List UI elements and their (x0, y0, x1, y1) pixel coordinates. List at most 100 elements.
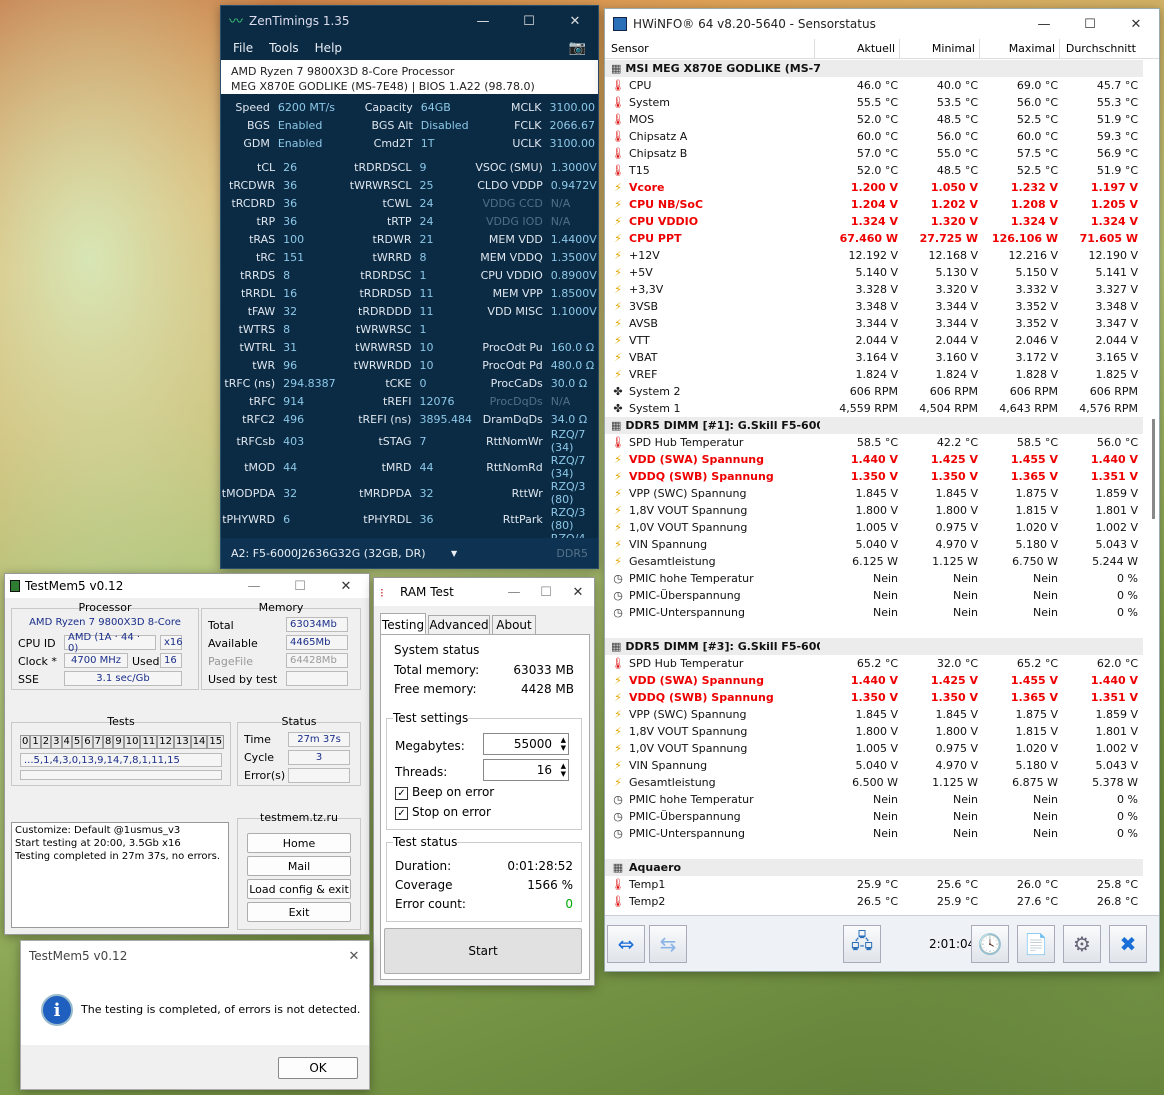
sensor-group-header[interactable]: ▦DDR5 DIMM [#3]: G.Skill F5-6000J2636G32… (605, 638, 1143, 655)
sensor-row[interactable]: 🌡 SPD Hub Temperatur 58.5 °C 42.2 °C 58.5 °C… (605, 434, 1143, 451)
zen-module-selector[interactable]: A2: F5-6000J2636G32G (32GB, DR) ▼ DDR5 (221, 538, 598, 568)
sensor-row[interactable]: 🌡 System 55.5 °C 53.5 °C 56.0 °C 55.3 °C (605, 94, 1143, 111)
minimize-icon[interactable]: — (498, 578, 530, 606)
report-add-icon[interactable]: 📄 (1017, 924, 1055, 963)
clock-icon[interactable]: 🕓 (971, 924, 1009, 963)
minimize-icon[interactable]: — (1021, 9, 1067, 39)
sensor-group-header[interactable]: ▦MSI MEG X870E GODLIKE (MS-7E48) (Nuvoto… (605, 60, 1143, 77)
sensor-row[interactable]: ⚡ AVSB 3.344 V 3.344 V 3.352 V 3.347 V (605, 315, 1143, 332)
megabytes-input[interactable]: 55000 ▲ ▼ (483, 733, 569, 755)
sensor-row[interactable]: ⚡ 1,0V VOUT Spannung 1.005 V 0.975 V 1.020 V… (605, 519, 1143, 536)
sensor-group-header[interactable]: ▦ Aquaero (605, 859, 1143, 876)
sensor-row[interactable]: 🌡 MOS 52.0 °C 48.5 °C 52.5 °C 51.9 °C (605, 111, 1143, 128)
maximize-icon[interactable]: ☐ (277, 574, 323, 598)
screenshot-camera-icon[interactable]: 📷 (569, 40, 586, 56)
tm-log[interactable]: Customize: Default @1usmus_v3 Start test… (11, 822, 229, 928)
checkbox-checked-icon[interactable]: ✓ (395, 787, 408, 800)
sensor-row[interactable]: ◷ PMIC hohe Temperatur Nein Nein Nein 0 % (605, 791, 1143, 808)
sensor-row[interactable]: ⚡ 1,8V VOUT Spannung 1.800 V 1.800 V 1.815 V… (605, 502, 1143, 519)
dropdown-arrow-icon[interactable]: ▼ (451, 549, 457, 558)
col-sensor[interactable]: Sensor (605, 39, 815, 58)
sensor-row[interactable]: ⚡ Gesamtleistung 6.500 W 1.125 W 6.875 W 5.37… (605, 774, 1143, 791)
network-icon[interactable]: 🖧 (843, 924, 881, 963)
col-avg[interactable]: Durchschnitt (1060, 39, 1140, 58)
close-icon[interactable]: ✕ (323, 574, 369, 598)
sensor-row[interactable]: ✤ System 1 4,559 RPM 4,504 RPM 4,643 RPM 4,57… (605, 400, 1143, 417)
sensor-row[interactable]: ⚡ VIN Spannung 5.040 V 4.970 V 5.180 V 5.043 … (605, 536, 1143, 553)
sensor-row[interactable]: ⚡ VDDQ (SWB) Spannung 1.350 V 1.350 V 1.365 … (605, 468, 1143, 485)
beep-checkbox[interactable]: ✓ Beep on error (395, 785, 494, 800)
sensor-row[interactable]: ⚡ +3,3V 3.328 V 3.320 V 3.332 V 3.327 V (605, 281, 1143, 298)
sensor-row[interactable]: ⚡ +12V 12.192 V 12.168 V 12.216 V 12.190 V (605, 247, 1143, 264)
sensor-row[interactable]: ⚡ CPU PPT 67.460 W 27.725 W 126.106 W 71.605 … (605, 230, 1143, 247)
sensor-row[interactable]: ⚡ VTT 2.044 V 2.044 V 2.046 V 2.044 V (605, 332, 1143, 349)
start-button[interactable]: Start (384, 928, 582, 974)
sensor-row[interactable]: 🌡 Chipsatz B 57.0 °C 55.0 °C 57.5 °C 56.9 °C (605, 145, 1143, 162)
sensor-row[interactable]: 🌡 T15 52.0 °C 48.5 °C 52.5 °C 51.9 °C (605, 162, 1143, 179)
spinner-icon[interactable]: ▲ ▼ (561, 762, 566, 778)
menu-help[interactable]: Help (315, 41, 342, 55)
sensor-row[interactable]: ⚡ CPU VDDIO 1.324 V 1.320 V 1.324 V 1.324 V (605, 213, 1143, 230)
maximize-icon[interactable]: ☐ (506, 6, 552, 36)
menu-file[interactable]: File (233, 41, 253, 55)
sensor-row[interactable]: ◷ PMIC-Überspannung Nein Nein Nein 0 % (605, 587, 1143, 604)
minimize-icon[interactable]: — (460, 6, 506, 36)
load-config-button[interactable]: Load config & exit (247, 879, 351, 899)
spinner-icon[interactable]: ▲ ▼ (561, 736, 566, 752)
sensor-row[interactable]: 🌡 SPD Hub Temperatur 65.2 °C 32.0 °C 65.2 °C… (605, 655, 1143, 672)
sensor-row[interactable]: ⚡ VPP (SWC) Spannung 1.845 V 1.845 V 1.875 V… (605, 485, 1143, 502)
sensor-row[interactable]: ⚡ VDD (SWA) Spannung 1.440 V 1.425 V 1.455 V… (605, 451, 1143, 468)
close-x-icon[interactable]: ✖ (1109, 924, 1147, 963)
sensor-row[interactable]: ⚡ VDD (SWA) Spannung 1.440 V 1.425 V 1.455 V… (605, 672, 1143, 689)
sensor-row[interactable]: ⚡ 1,0V VOUT Spannung 1.005 V 0.975 V 1.020 V… (605, 740, 1143, 757)
arrows-collapse-icon[interactable]: ⇆ (649, 924, 687, 963)
close-icon[interactable]: ✕ (1113, 9, 1159, 39)
hw-scrollbar[interactable] (1152, 419, 1155, 519)
stop-checkbox[interactable]: ✓ Stop on error (395, 805, 491, 820)
dialog-titlebar[interactable]: TestMem5 v0.12 (21, 941, 369, 971)
exit-button[interactable]: Exit (247, 902, 351, 922)
sensor-row[interactable]: ⚡ VDDQ (SWB) Spannung 1.350 V 1.350 V 1.365 … (605, 689, 1143, 706)
sensor-row[interactable]: ✤ System 2 606 RPM 606 RPM 606 RPM 606 RPM (605, 383, 1143, 400)
col-max[interactable]: Maximal (980, 39, 1060, 58)
tab-advanced[interactable]: Advanced (428, 615, 490, 635)
maximize-icon[interactable]: ☐ (1067, 9, 1113, 39)
col-min[interactable]: Minimal (900, 39, 980, 58)
ok-button[interactable]: OK (278, 1057, 358, 1079)
sensor-row[interactable]: ⚡ VBAT 3.164 V 3.160 V 3.172 V 3.165 V (605, 349, 1143, 366)
threads-input[interactable]: 16 ▲ ▼ (483, 759, 569, 781)
sensor-row[interactable]: ⚡ 1,8V VOUT Spannung 1.800 V 1.800 V 1.815 V… (605, 723, 1143, 740)
mail-button[interactable]: Mail (247, 856, 351, 876)
sensor-row[interactable]: 🌡 Temp2 26.5 °C 25.9 °C 27.6 °C 26.8 °C (605, 893, 1143, 910)
sensor-row[interactable]: 🌡 Chipsatz A 60.0 °C 56.0 °C 60.0 °C 59.3 °C (605, 128, 1143, 145)
sensor-row[interactable]: 🌡 CPU 46.0 °C 40.0 °C 69.0 °C 45.7 °C (605, 77, 1143, 94)
sensor-row[interactable]: ◷ PMIC hohe Temperatur Nein Nein Nein 0 % (605, 570, 1143, 587)
maximize-icon[interactable]: ☐ (530, 578, 562, 606)
sensor-row[interactable]: 🌡 Temp1 25.9 °C 25.6 °C 26.0 °C 25.8 °C (605, 876, 1143, 893)
sensor-row[interactable]: ⚡ Vcore 1.200 V 1.050 V 1.232 V 1.197 V (605, 179, 1143, 196)
tab-about[interactable]: About (492, 615, 536, 635)
sensor-group-header[interactable]: ▦DDR5 DIMM [#1]: G.Skill F5-6000J2636G32… (605, 417, 1143, 434)
menu-tools[interactable]: Tools (269, 41, 299, 55)
minimize-icon[interactable]: — (231, 574, 277, 598)
home-button[interactable]: Home (247, 833, 351, 853)
close-icon[interactable]: ✕ (562, 578, 594, 606)
close-icon[interactable]: ✕ (552, 6, 598, 36)
sensor-row[interactable]: ◷ PMIC-Unterspannung Nein Nein Nein 0 % (605, 604, 1143, 621)
settings-gear-icon[interactable]: ⚙ (1063, 924, 1101, 963)
sensor-row[interactable]: ◷ PMIC-Unterspannung Nein Nein Nein 0 % (605, 825, 1143, 842)
sensor-row[interactable]: ⚡ +5V 5.140 V 5.130 V 5.150 V 5.141 V (605, 264, 1143, 281)
sensor-row[interactable]: ⚡ VIN Spannung 5.040 V 4.970 V 5.180 V 5.043 … (605, 757, 1143, 774)
sensor-row[interactable]: ⚡ CPU NB/SoC 1.204 V 1.202 V 1.208 V 1.205 V (605, 196, 1143, 213)
sensor-row[interactable]: ⚡ VPP (SWC) Spannung 1.845 V 1.845 V 1.875 V… (605, 706, 1143, 723)
col-current[interactable]: Aktuell (815, 39, 900, 58)
arrows-expand-icon[interactable]: ⇔ (607, 924, 645, 963)
sensor-row[interactable]: ⚡ 3VSB 3.348 V 3.344 V 3.352 V 3.348 V (605, 298, 1143, 315)
tab-testing[interactable]: Testing (380, 613, 426, 635)
zen-module-select[interactable]: A2: F5-6000J2636G32G (32GB, DR) (231, 547, 461, 560)
close-icon[interactable]: ✕ (339, 941, 369, 971)
sensor-row[interactable]: ⚡ Gesamtleistung 6.125 W 1.125 W 6.750 W 5.24… (605, 553, 1143, 570)
sensor-row[interactable]: ◷ PMIC-Überspannung Nein Nein Nein 0 % (605, 808, 1143, 825)
checkbox-checked-icon[interactable]: ✓ (395, 807, 408, 820)
sensor-row[interactable]: ⚡ VREF 1.824 V 1.824 V 1.828 V 1.825 V (605, 366, 1143, 383)
